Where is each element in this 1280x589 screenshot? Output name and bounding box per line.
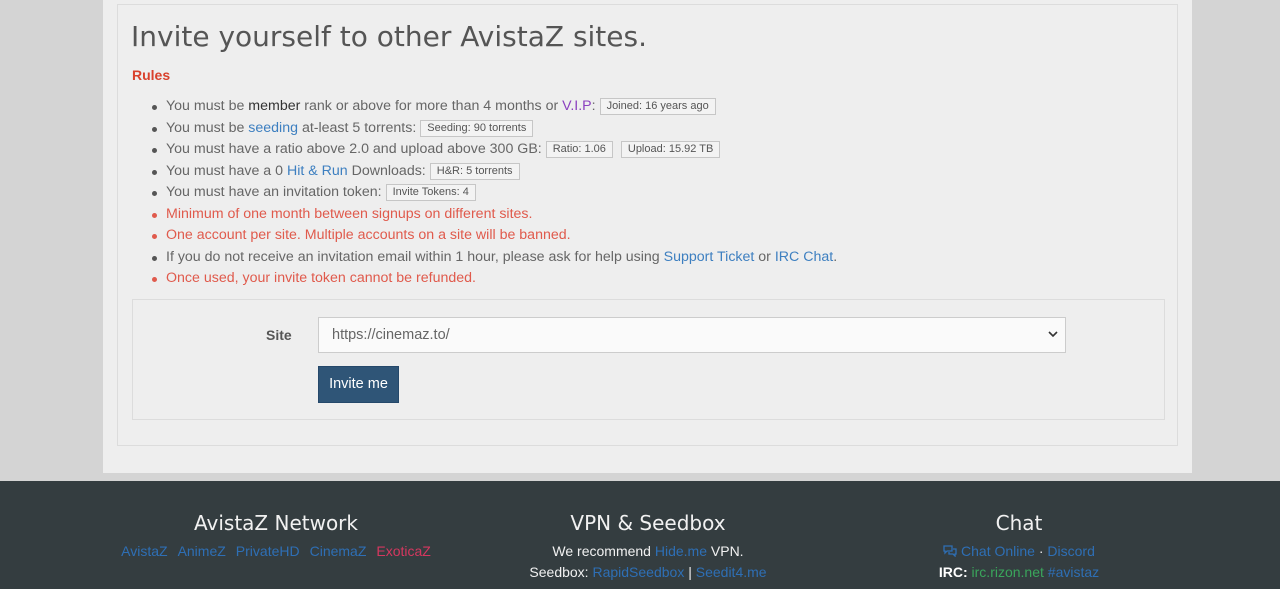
rule-help: If you do not receive an invitation emai…: [132, 247, 1162, 269]
chat-links: Chat Online · Discord: [829, 541, 1209, 562]
exoticaz-link[interactable]: ExoticaZ: [376, 543, 430, 559]
invite-tokens-badge: Invite Tokens: 4: [385, 184, 476, 201]
seedit4me-link[interactable]: Seedit4.me: [696, 564, 767, 580]
rule-no-refund: Once used, your invite token cannot be r…: [132, 268, 1162, 290]
chat-heading: Chat: [995, 511, 1043, 535]
joined-badge: Joined: 16 years ago: [599, 98, 716, 115]
hit-and-run-link[interactable]: Hit & Run: [287, 163, 348, 179]
support-ticket-link[interactable]: Support Ticket: [664, 249, 755, 265]
hnr-badge: H&R: 5 torrents: [429, 162, 520, 180]
irc-channel-link[interactable]: #avistaz: [1048, 564, 1099, 580]
rule-ratio: You must have a ratio above 2.0 and uplo…: [132, 139, 1162, 161]
hideme-link[interactable]: Hide.me: [655, 543, 707, 559]
cinemaz-link[interactable]: CinemaZ: [310, 543, 367, 559]
privatehd-link[interactable]: PrivateHD: [236, 543, 300, 559]
site-select[interactable]: https://cinemaz.to/: [318, 317, 1066, 353]
vip-link[interactable]: V.I.P: [562, 98, 591, 114]
avistaz-link[interactable]: AvistaZ: [121, 543, 167, 559]
seeding-badge: Seeding: 90 torrents: [420, 119, 534, 137]
network-links: AvistaZ AnimeZ PrivateHD CinemaZ ExoticaZ: [86, 541, 466, 562]
footer-network: AvistaZ Network AvistaZ AnimeZ PrivateHD Ci…: [86, 511, 466, 562]
irc-server-link[interactable]: irc.rizon.net: [972, 564, 1044, 580]
footer: AvistaZ Network AvistaZ AnimeZ PrivateHD Ci…: [0, 481, 1280, 589]
invite-form: Site https://cinemaz.to/ Invite me: [132, 299, 1165, 420]
footer-chat: Chat Chat Online · Discord IRC: irc.rizo…: [829, 511, 1209, 583]
invite-panel: Invite yourself to other AvistaZ sites. …: [117, 4, 1178, 446]
invite-me-button[interactable]: Invite me: [318, 366, 399, 403]
rapidseedbox-link[interactable]: RapidSeedbox: [592, 564, 684, 580]
irc-line: IRC: irc.rizon.net #avistaz: [829, 562, 1209, 583]
main-card: Invite yourself to other AvistaZ sites. …: [103, 0, 1192, 473]
irc-label: IRC:: [938, 564, 968, 580]
discord-link[interactable]: Discord: [1047, 543, 1094, 559]
page-title: Invite yourself to other AvistaZ sites.: [131, 20, 648, 53]
chevron-down-icon: [1048, 331, 1058, 338]
member-rank-text: member: [248, 98, 301, 114]
network-heading: AvistaZ Network: [194, 511, 358, 535]
footer-vpn-seedbox: VPN & Seedbox We recommend Hide.me VPN. …: [458, 511, 838, 583]
vpn-heading: VPN & Seedbox: [570, 511, 726, 535]
rule-hit-and-run: You must have a 0 Hit & Run Downloads: H&…: [132, 161, 1162, 183]
rule-seeding: You must be seeding at-least 5 torrents:…: [132, 118, 1162, 140]
seedbox-line: Seedbox: RapidSeedbox | Seedit4.me: [529, 564, 767, 580]
rule-member-rank: You must be member rank or above for mor…: [132, 96, 1162, 118]
site-select-value: https://cinemaz.to/: [332, 327, 450, 343]
upload-badge: Upload: 15.92 TB: [620, 141, 721, 158]
irc-chat-link[interactable]: IRC Chat: [775, 249, 833, 265]
rule-invite-token: You must have an invitation token: Invite…: [132, 182, 1162, 204]
chat-online-link[interactable]: Chat Online: [961, 543, 1035, 559]
site-label: Site: [266, 327, 292, 343]
animez-link[interactable]: AnimeZ: [178, 543, 226, 559]
seeding-link[interactable]: seeding: [248, 120, 298, 136]
vpn-recommend: We recommend Hide.me VPN.: [552, 543, 744, 559]
rule-one-month: Minimum of one month between signups on …: [132, 204, 1162, 226]
chat-bubbles-icon: [943, 545, 957, 558]
ratio-badge: Ratio: 1.06: [545, 141, 613, 158]
rule-one-account: One account per site. Multiple accounts …: [132, 225, 1162, 247]
rules-heading: Rules: [132, 67, 171, 83]
rules-list: You must be member rank or above for mor…: [132, 96, 1162, 290]
